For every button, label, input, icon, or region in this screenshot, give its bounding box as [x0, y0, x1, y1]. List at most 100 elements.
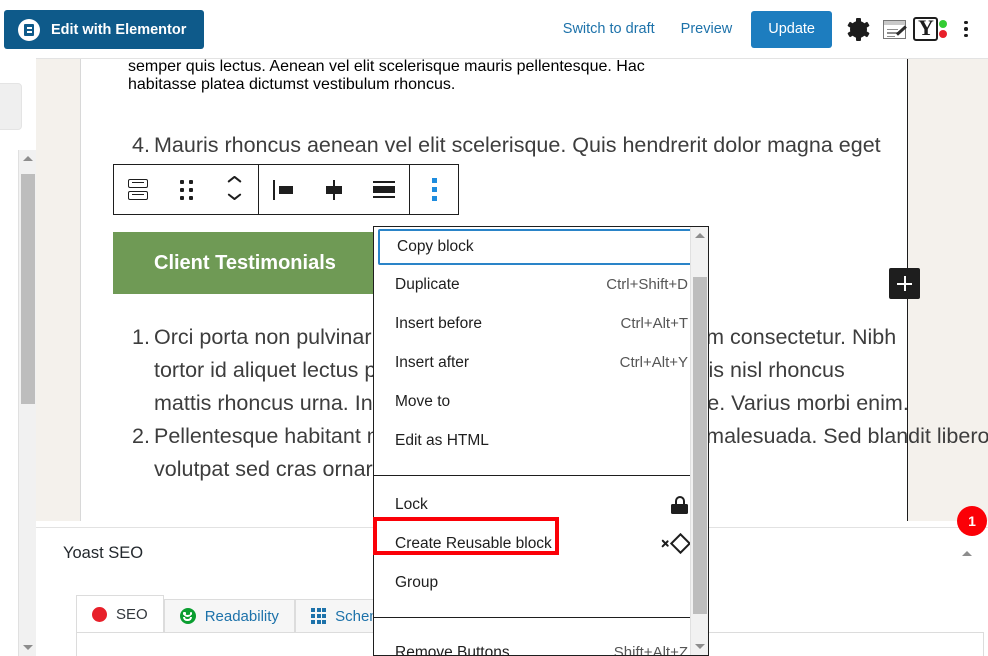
yoast-tabs: SEO Readability Schema [76, 595, 407, 632]
align-center-icon [323, 179, 345, 200]
menu-item-label: Edit as HTML [395, 431, 489, 449]
paragraph-line-1: semper quis lectus. Aenean vel elit scel… [128, 58, 645, 75]
page-scrollbar[interactable] [18, 150, 36, 656]
menu-spacing [374, 460, 708, 475]
kebab-menu-icon [964, 20, 968, 38]
lock-icon [671, 495, 688, 514]
reusable-block-icon [662, 532, 692, 555]
menu-item-label: Insert before [395, 314, 483, 332]
green-smiley-icon [179, 608, 196, 624]
buttons-block-icon [128, 178, 148, 201]
scrollbar-thumb[interactable] [21, 174, 35, 404]
scroll-up-arrow-icon[interactable] [19, 150, 37, 167]
preview-button[interactable]: Preview [668, 22, 746, 37]
yoast-seo-button[interactable]: Y [912, 9, 948, 49]
blue-grid-icon [310, 608, 327, 624]
block-toolbar-group-more [410, 165, 458, 214]
document-overview-button[interactable] [876, 9, 912, 49]
block-toolbar [113, 164, 459, 215]
menu-item-create-reusable-block[interactable]: Create Reusable block [374, 524, 708, 563]
plus-icon [897, 276, 912, 291]
justify-button[interactable] [359, 165, 409, 214]
chevron-up-down-icon [228, 180, 241, 199]
menu-scrollbar[interactable] [690, 227, 708, 655]
menu-group-1: Copy block Duplicate Ctrl+Shift+D Insert… [374, 229, 708, 460]
update-button[interactable]: Update [751, 10, 832, 48]
menu-item-insert-before[interactable]: Insert before Ctrl+Alt+T [374, 304, 708, 343]
menu-item-group[interactable]: Group [374, 563, 708, 602]
top-bar-divider [36, 58, 988, 59]
kebab-menu-icon [431, 178, 437, 201]
document-edit-icon [882, 19, 907, 39]
block-toolbar-group-align [259, 165, 409, 214]
yoast-collapse-button[interactable] [956, 542, 978, 564]
scroll-down-arrow-icon[interactable] [19, 639, 37, 656]
top-bar-actions: Switch to draft Preview Update Y [550, 0, 984, 58]
yoast-tab-seo[interactable]: SEO [76, 595, 164, 632]
align-left-button[interactable] [259, 165, 309, 214]
menu-item-shortcut: Ctrl+Alt+T [620, 315, 688, 332]
client-testimonials-button-block[interactable]: Client Testimonials [113, 232, 378, 294]
switch-to-draft-button[interactable]: Switch to draft [550, 22, 668, 37]
menu-item-label: Remove Buttons [395, 643, 510, 656]
yoast-tab-label: Readability [204, 607, 279, 625]
paragraph-line-2: habitasse platea dictumst vestibulum rho… [128, 76, 456, 93]
menu-item-label: Create Reusable block [395, 534, 552, 552]
client-testimonials-label: Client Testimonials [154, 251, 336, 274]
align-left-icon [273, 179, 295, 200]
menu-group-3: Remove Buttons Shift+Alt+Z [374, 633, 708, 656]
yoast-tab-readability[interactable]: Readability [163, 599, 295, 632]
menu-item-label: Move to [395, 392, 451, 410]
yoast-panel-title: Yoast SEO [63, 544, 144, 562]
menu-group-2: Lock Create Reusable block Group [374, 485, 708, 602]
screen-root: semper quis lectus. Aenean vel elit scel… [0, 0, 988, 656]
list-item-number: 2. [132, 424, 150, 448]
menu-item-label: Copy block [397, 238, 474, 255]
block-options-dropdown: Copy block Duplicate Ctrl+Shift+D Insert… [373, 226, 709, 656]
menu-item-insert-after[interactable]: Insert after Ctrl+Alt+Y [374, 343, 708, 382]
edit-with-elementor-label: Edit with Elementor [51, 21, 187, 38]
menu-scroll-area: Copy block Duplicate Ctrl+Shift+D Insert… [374, 227, 708, 655]
scrollbar-thumb[interactable] [693, 277, 707, 614]
canvas-left-gutter [36, 59, 80, 521]
block-type-buttons-button[interactable] [114, 165, 162, 214]
block-toolbar-group-main [114, 165, 258, 214]
list-item-number: 4. [132, 133, 150, 157]
yoast-tab-label: SEO [116, 605, 148, 623]
red-dot-icon [92, 606, 107, 622]
edit-with-elementor-button[interactable]: Edit with Elementor [4, 10, 205, 49]
menu-item-edit-as-html[interactable]: Edit as HTML [374, 421, 708, 460]
drag-handle-button[interactable] [162, 165, 210, 214]
chevron-up-icon [962, 550, 972, 556]
paragraph-block[interactable]: semper quis lectus. Aenean vel elit scel… [128, 58, 908, 94]
menu-item-duplicate[interactable]: Duplicate Ctrl+Shift+D [374, 265, 708, 304]
menu-item-shortcut: Ctrl+Shift+D [606, 276, 688, 293]
menu-item-label: Duplicate [395, 275, 460, 293]
settings-button[interactable] [840, 9, 876, 49]
scroll-up-arrow-icon[interactable] [691, 227, 708, 244]
menu-spacing [374, 602, 708, 617]
align-center-button[interactable] [309, 165, 359, 214]
gear-icon [846, 17, 870, 41]
left-edge-panel-handle[interactable] [0, 83, 22, 130]
list-item-text: Mauris rhoncus aenean vel elit scelerisq… [154, 133, 881, 157]
menu-item-move-to[interactable]: Move to [374, 382, 708, 421]
menu-item-shortcut: Shift+Alt+Z [613, 644, 688, 655]
editor-top-bar: Edit with Elementor Switch to draft Prev… [0, 0, 988, 58]
menu-item-copy-block[interactable]: Copy block [378, 229, 704, 265]
annotation-step-badge: 1 [957, 506, 987, 536]
more-options-button[interactable] [410, 165, 458, 214]
scroll-down-arrow-icon[interactable] [691, 638, 708, 655]
move-up-down-button[interactable] [210, 165, 258, 214]
list-item-number: 1. [132, 325, 150, 349]
more-tools-button[interactable] [948, 9, 984, 49]
drag-handle-icon [179, 179, 193, 200]
justify-icon [373, 180, 395, 200]
add-block-button[interactable] [889, 268, 920, 299]
elementor-logo-icon [18, 18, 40, 41]
menu-item-lock[interactable]: Lock [374, 485, 708, 524]
menu-spacing [374, 618, 708, 633]
menu-item-label: Insert after [395, 353, 470, 371]
menu-item-shortcut: Ctrl+Alt+Y [619, 354, 688, 371]
menu-item-remove-buttons[interactable]: Remove Buttons Shift+Alt+Z [374, 633, 708, 656]
